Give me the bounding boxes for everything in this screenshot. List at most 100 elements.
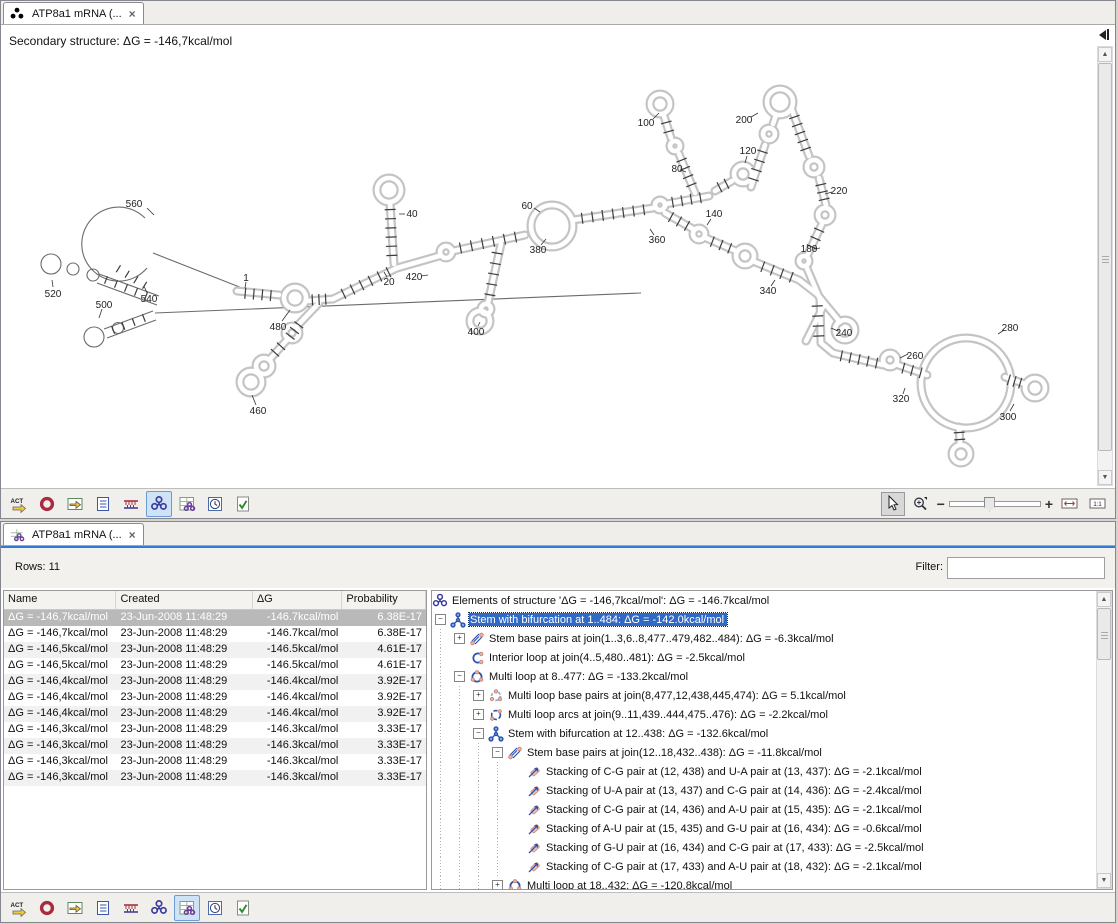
tree-item[interactable]: Elements of structure 'ΔG = -146,7kcal/m… [432,591,1112,610]
element-info-view-button[interactable] [230,895,256,921]
secondary-structure-view-button[interactable] [146,895,172,921]
column-header-probability[interactable]: Probability [342,591,426,609]
table-row[interactable]: ΔG = -146,4kcal/mol23-Jun-2008 11:48:29-… [4,674,426,690]
zoom-out-minus[interactable]: − [937,496,945,512]
tree-item[interactable]: −Multi loop at 8..477: ΔG = -133.2kcal/m… [432,667,1112,686]
column-header--g[interactable]: ΔG [253,591,343,609]
filter-input[interactable] [947,557,1105,579]
tree-item[interactable]: Stacking of G-U pair at (16, 434) and C-… [432,838,1112,857]
tree-item[interactable]: +Multi loop arcs at join(9..11,439..444,… [432,705,1112,724]
table-row[interactable]: ΔG = -146,3kcal/mol23-Jun-2008 11:48:29-… [4,754,426,770]
tree-item[interactable]: +Stem base pairs at join(1..3,6..8,477..… [432,629,1112,648]
scroll-thumb[interactable] [1097,608,1111,660]
table-row[interactable]: ΔG = -146,3kcal/mol23-Jun-2008 11:48:29-… [4,770,426,786]
annotation-table-view-button[interactable] [62,491,88,517]
sequence-view-button[interactable]: ACT [6,895,32,921]
zoom-in-tool-button[interactable] [909,492,933,516]
tree-guide-line [432,724,451,743]
stacking-icon [526,840,542,856]
structure-view-panel: g fill="none" stroke="#3c3c9c" stroke-wi… [0,0,1116,519]
structure-icon [432,593,448,609]
zoom-slider[interactable] [949,501,1041,507]
table-row[interactable]: ΔG = -146,4kcal/mol23-Jun-2008 11:48:29-… [4,690,426,706]
structure-elements-view-button[interactable] [174,491,200,517]
element-info-view-button[interactable] [230,491,256,517]
table-row[interactable]: ΔG = -146,4kcal/mol23-Jun-2008 11:48:29-… [4,706,426,722]
tab-close-icon[interactable]: × [126,9,136,19]
expand-icon[interactable]: + [454,633,465,644]
table-row[interactable]: ΔG = -146,5kcal/mol23-Jun-2008 11:48:29-… [4,658,426,674]
tree-item[interactable]: −Stem with bifurcation at 12..438: ΔG = … [432,724,1112,743]
structure-scan-view-button[interactable] [118,491,144,517]
rna-structure-canvas[interactable]: 5605205005401480460204204060380400100801… [1,53,1085,485]
scroll-down-arrow[interactable]: ▼ [1098,470,1112,485]
element-info-view-icon [234,495,252,513]
table-row[interactable]: ΔG = -146,7kcal/mol23-Jun-2008 11:48:29-… [4,610,426,626]
table-row[interactable]: ΔG = -146,7kcal/mol23-Jun-2008 11:48:29-… [4,626,426,642]
cell-created: 23-Jun-2008 11:48:29 [116,690,252,706]
table-row[interactable]: ΔG = -146,3kcal/mol23-Jun-2008 11:48:29-… [4,738,426,754]
text-view-button[interactable] [90,895,116,921]
column-header-name[interactable]: Name [4,591,116,609]
expand-icon[interactable]: + [473,709,484,720]
zoom-in-plus[interactable]: + [1045,496,1053,512]
secondary-structure-view-icon [150,899,168,917]
sequence-view-button[interactable]: ACT [6,491,32,517]
table-row[interactable]: ΔG = -146,3kcal/mol23-Jun-2008 11:48:29-… [4,722,426,738]
cell-dg: -146.3kcal/mol [253,770,343,786]
column-header-created[interactable]: Created [116,591,252,609]
scroll-thumb[interactable] [1098,63,1112,451]
residue-number-label: 280 [1002,323,1019,334]
tree-item[interactable]: Stacking of C-G pair at (17, 433) and A-… [432,857,1112,876]
structure-elements-view-button[interactable] [174,895,200,921]
secondary-structure-view-button[interactable] [146,491,172,517]
scroll-down-arrow[interactable]: ▼ [1097,873,1111,888]
collapse-icon[interactable]: − [454,671,465,682]
history-view-button[interactable] [202,491,228,517]
tree-item[interactable]: Interior loop at join(4..5,480..481): ΔG… [432,648,1112,667]
expand-icon[interactable]: + [492,880,503,890]
table-row[interactable]: ΔG = -146,5kcal/mol23-Jun-2008 11:48:29-… [4,642,426,658]
text-view-button[interactable] [90,491,116,517]
residue-number-label: 220 [831,186,848,197]
collapse-side-panel-button[interactable] [1099,29,1109,40]
zoom-controls: − + 1:1 [881,491,1109,516]
tree-guide-line [451,800,470,819]
structure-scan-view-button[interactable] [118,895,144,921]
tree-item[interactable]: −Stem with bifurcation at 1..484: ΔG = -… [432,610,1112,629]
tree-guide-line [451,781,470,800]
expand-icon[interactable]: + [473,690,484,701]
structure-elements-tree: Elements of structure 'ΔG = -146,7kcal/m… [431,590,1113,890]
pointer-tool-button[interactable] [881,492,905,516]
residue-number-label: 20 [383,277,395,288]
collapse-icon[interactable]: − [473,728,484,739]
tree-guide-line [451,876,470,890]
cell-probability: 3.92E-17 [342,690,426,706]
collapse-icon[interactable]: − [435,614,446,625]
tree-item[interactable]: Stacking of C-G pair at (12, 438) and U-… [432,762,1112,781]
tab-structure-table[interactable]: rect x="2" y="2.5" width="13.5" height="… [3,523,144,545]
tree-item[interactable]: Stacking of A-U pair at (15, 435) and G-… [432,819,1112,838]
zoom-slider-thumb[interactable] [984,497,995,512]
tab-close-icon[interactable]: × [126,530,136,540]
tree-item[interactable]: +Multi loop at 18..432: ΔG = -120.8kcal/… [432,876,1112,890]
structure-vertical-scrollbar[interactable]: ▲ ▼ [1097,46,1113,486]
one-to-one-button[interactable]: 1:1 [1085,492,1109,516]
tab-structure-view[interactable]: g fill="none" stroke="#3c3c9c" stroke-wi… [3,2,144,24]
tree-item[interactable]: Stacking of C-G pair at (14, 436) and A-… [432,800,1112,819]
cell-probability: 3.92E-17 [342,674,426,690]
history-view-button[interactable] [202,895,228,921]
tree-item[interactable]: −Stem base pairs at join(12..18,432..438… [432,743,1112,762]
tree-vertical-scrollbar[interactable]: ▲ ▼ [1096,591,1112,889]
collapse-icon[interactable]: − [492,747,503,758]
tree-guide-line [470,838,489,857]
tree-item[interactable]: +Multi loop base pairs at join(8,477,12,… [432,686,1112,705]
circular-view-button[interactable] [34,895,60,921]
svg-text:ACT: ACT [11,902,24,909]
fit-width-button[interactable] [1057,492,1081,516]
tree-item[interactable]: Stacking of U-A pair at (13, 437) and C-… [432,781,1112,800]
annotation-table-view-button[interactable] [62,895,88,921]
scroll-up-arrow[interactable]: ▲ [1098,47,1112,62]
scroll-up-arrow[interactable]: ▲ [1097,592,1111,607]
circular-view-button[interactable] [34,491,60,517]
